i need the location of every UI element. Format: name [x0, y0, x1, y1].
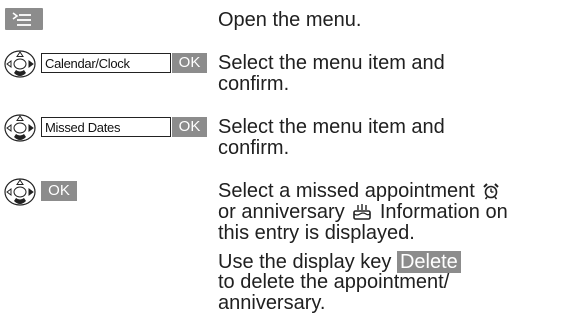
navigation-key-icon[interactable]: [3, 49, 39, 79]
navigation-key-icon[interactable]: [3, 177, 39, 207]
description-text: or anniversary: [218, 201, 345, 223]
step-description-line1: Select the menu item and: [218, 116, 445, 138]
step-description-line3: this entry is displayed.: [218, 222, 415, 244]
delete-display-key[interactable]: Delete: [396, 251, 461, 273]
description-text: Use the display key: [218, 251, 392, 273]
ok-key[interactable]: OK: [41, 181, 77, 201]
step-description-line2: confirm.: [218, 73, 290, 95]
description-text: Select a missed appointment: [218, 180, 475, 202]
description-text: Information on: [379, 201, 508, 223]
step-description-line2: to delete the appointment/: [218, 271, 450, 293]
ok-key[interactable]: OK: [172, 53, 207, 73]
menu-key-icon[interactable]: [5, 8, 43, 30]
step-description-line1: Select the menu item and: [218, 52, 445, 74]
step-description: Open the menu.: [218, 9, 362, 31]
menu-item-field: Calendar/Clock: [41, 53, 171, 73]
ok-key[interactable]: OK: [172, 117, 207, 137]
step-description-line1: Use the display key Delete: [218, 251, 554, 273]
menu-item-field: Missed Dates: [41, 117, 171, 137]
step-description-line2: confirm.: [218, 137, 290, 159]
step-description-line3: anniversary.: [218, 292, 326, 314]
navigation-key-icon[interactable]: [3, 113, 39, 143]
